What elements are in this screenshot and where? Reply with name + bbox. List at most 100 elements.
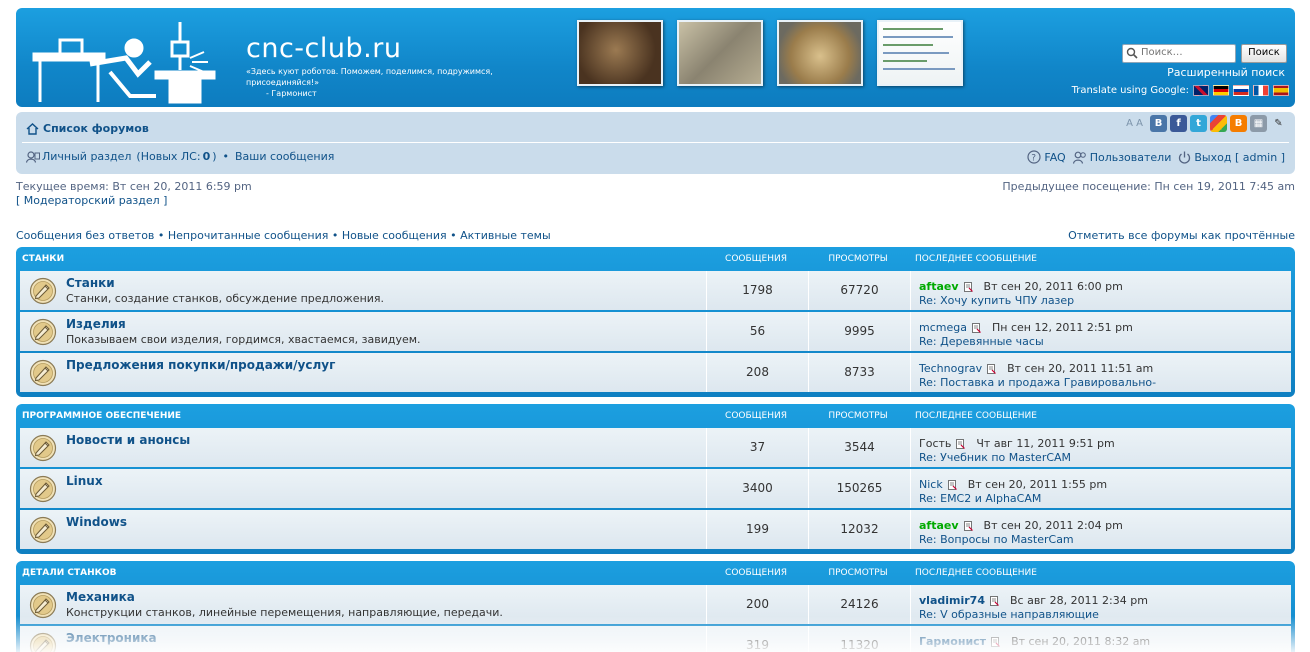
last-post-date: Вт сен 20, 2011 11:51 am [1007,362,1154,375]
last-post-topic-link[interactable]: Re: Учебник по MasterCAM [919,451,1071,464]
advanced-search-link[interactable]: Расширенный поиск [1167,66,1285,79]
header-photo-4[interactable] [877,20,963,86]
forum-cell: Станки Станки, создание станков, обсужден… [20,271,706,310]
forum-posts-count: 319 [706,626,808,652]
site-title[interactable]: cnc-club.ru [246,33,401,64]
view-latest-post-icon[interactable] [963,281,973,292]
forum-posts-count: 37 [706,428,808,467]
search-input[interactable] [1141,47,1231,58]
translate-bar: Translate using Google: [1072,85,1289,96]
last-post-meta: Nick Вт сен 20, 2011 1:55 pm [919,478,1107,491]
home-icon [26,122,39,135]
flag-es-icon[interactable] [1273,85,1289,96]
category-header: ДЕТАЛИ СТАНКОВ СООБЩЕНИЯ ПРОСМОТРЫ ПОСЛЕДНЕ… [20,561,1291,585]
last-post-author[interactable]: Гармонист [919,635,986,648]
new-pm-count[interactable]: 0 [203,150,211,163]
last-post-cell: Гармонист Вт сен 20, 2011 8:32 am [910,626,1291,652]
your-posts-link[interactable]: Ваши сообщения [235,150,334,163]
column-views-header: ПРОСМОТРЫ [828,254,888,264]
members-link[interactable]: Пользователи [1090,151,1172,164]
last-post-topic-link[interactable]: Re: V образные направляющие [919,608,1099,621]
new-pm-prefix[interactable]: (Новых ЛС: [136,150,200,163]
search-field[interactable] [1122,44,1236,63]
view-latest-post-icon[interactable] [990,595,999,606]
forum-row: Windows 199 12032 aftaev Вт сен 20, 2011 2:0… [20,510,1291,549]
forum-title-link[interactable]: Новости и анонсы [66,433,190,447]
last-post-author[interactable]: vladimir74 [919,594,985,607]
last-post-author[interactable]: Гость [919,437,951,450]
twitter-icon[interactable]: t [1190,115,1207,132]
bookmark-icon[interactable]: ▦ [1250,115,1267,132]
google-icon[interactable] [1210,115,1227,132]
forum-posts-count: 199 [706,510,808,549]
category-title[interactable]: СТАНКИ [22,254,64,264]
last-post-topic-link[interactable]: Re: Поставка и продажа Гравировально- [919,376,1156,389]
profile-link[interactable]: Личный раздел [42,150,131,163]
forum-title-link[interactable]: Электроника [66,631,157,645]
nav-right-links: ? FAQ Пользователи Выход [ admin ] [1027,150,1285,164]
view-latest-post-icon[interactable] [972,322,981,333]
vkontakte-icon[interactable]: B [1150,115,1167,132]
forum-title-link[interactable]: Механика [66,590,135,604]
view-latest-post-icon[interactable] [991,636,1000,647]
forum-title-link[interactable]: Windows [66,515,127,529]
last-post-meta: aftaev Вт сен 20, 2011 2:04 pm [919,519,1123,532]
site-logo-icon[interactable] [30,12,240,104]
facebook-icon[interactable]: f [1170,115,1187,132]
last-post-author[interactable]: mcmega [919,321,967,334]
flag-uk-icon[interactable] [1193,85,1209,96]
mark-forums-read-link[interactable]: Отметить все форумы как прочтённые [1068,229,1295,242]
view-latest-post-icon[interactable] [956,438,966,449]
header-photo-1[interactable] [577,20,663,86]
category-title[interactable]: ДЕТАЛИ СТАНКОВ [22,568,117,578]
forum-title-link[interactable]: Станки [66,276,115,290]
last-post-topic-link[interactable]: Re: EMC2 и AlphaCAM [919,492,1041,505]
forum-index-link[interactable]: Список форумов [43,122,149,135]
last-post-topic-link[interactable]: Re: Деревянные часы [919,335,1044,348]
forum-title-link[interactable]: Linux [66,474,103,488]
forum-cell: Предложения покупки/продажи/услуг [20,353,706,392]
search-button[interactable]: Поиск [1241,44,1287,63]
forum-views-count: 12032 [808,510,910,549]
forum-views-count: 8733 [808,353,910,392]
edit-icon[interactable]: ✎ [1270,115,1287,132]
font-size-control[interactable]: A A [1126,118,1143,129]
forum-row: Механика Конструкции станков, линейные пе… [20,585,1291,624]
last-post-author[interactable]: aftaev [919,519,959,532]
category-title[interactable]: ПРОГРАММНОЕ ОБЕСПЕЧЕНИЕ [22,411,181,421]
view-latest-post-icon[interactable] [987,363,997,374]
forum-read-icon [29,591,57,619]
last-post-date: Вт сен 20, 2011 8:32 am [1011,635,1151,648]
last-post-topic-link[interactable]: Re: Хочу купить ЧПУ лазер [919,294,1074,307]
flag-de-icon[interactable] [1213,85,1229,96]
flag-fr-icon[interactable] [1253,85,1269,96]
forum-posts-count: 3400 [706,469,808,508]
forum-read-icon [29,516,57,544]
forum-title-link[interactable]: Изделия [66,317,126,331]
column-last-post-header: ПОСЛЕДНЕЕ СООБЩЕНИЕ [915,411,1037,421]
header-photo-2[interactable] [677,20,763,86]
forum-row: Станки Станки, создание станков, обсужден… [20,271,1291,310]
last-post-author[interactable]: aftaev [919,280,959,293]
last-post-meta: vladimir74 Вс авг 28, 2011 2:34 pm [919,594,1148,607]
forum-category: СТАНКИ СООБЩЕНИЯ ПРОСМОТРЫ ПОСЛЕДНЕЕ СООБЩЕ… [16,247,1295,397]
view-latest-post-icon[interactable] [947,479,957,490]
forum-posts-count: 208 [706,353,808,392]
moderator-panel-link[interactable]: [ Модераторский раздел ] [16,194,252,208]
quick-search-links[interactable]: Сообщения без ответов • Непрочитанные со… [16,229,551,242]
flag-ru-icon[interactable] [1233,85,1249,96]
forum-cell: Электроника [20,626,706,652]
last-post-topic-link[interactable]: Re: Вопросы по MasterCam [919,533,1074,546]
blogger-icon[interactable]: B [1230,115,1247,132]
forum-read-icon [29,318,57,346]
forum-read-icon [29,475,57,503]
view-latest-post-icon[interactable] [963,520,973,531]
translate-label: Translate using Google: [1071,85,1189,96]
logout-link[interactable]: Выход [ admin ] [1194,151,1285,164]
last-post-author[interactable]: Nick [919,478,943,491]
last-post-cell: Nick Вт сен 20, 2011 1:55 pm Re: EMC2 и Al… [910,469,1291,508]
faq-link[interactable]: FAQ [1044,151,1065,164]
last-post-author[interactable]: Technograv [919,362,982,375]
header-photo-3[interactable] [777,20,863,86]
forum-title-link[interactable]: Предложения покупки/продажи/услуг [66,358,335,372]
